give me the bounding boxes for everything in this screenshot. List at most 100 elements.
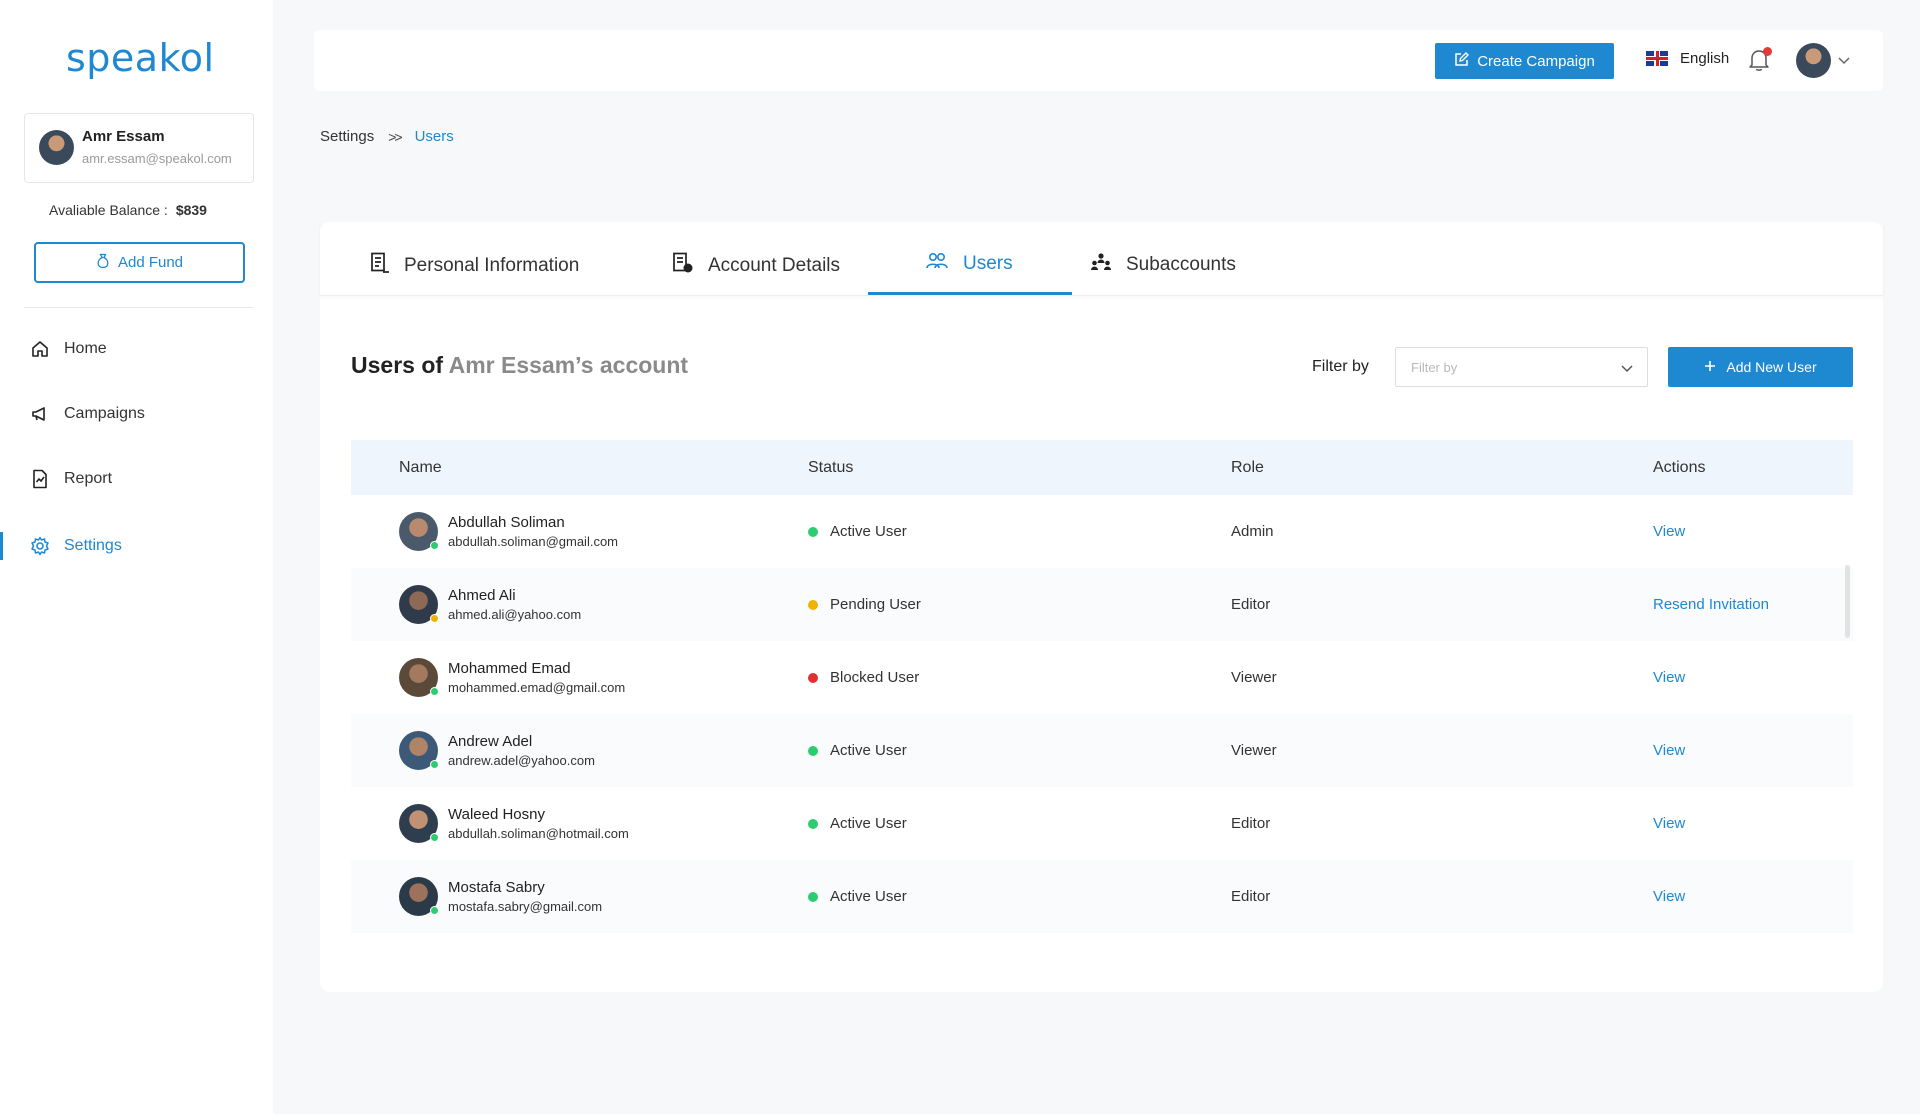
user-cell: Andrew Adel andrew.adel@yahoo.com — [399, 731, 595, 770]
presence-dot — [430, 541, 439, 550]
divider — [24, 307, 254, 308]
status-text: Active User — [830, 523, 907, 540]
status-cell: Active User — [808, 742, 907, 759]
profile-card[interactable]: Amr Essam amr.essam@speakol.com — [24, 113, 254, 183]
edit-icon — [1454, 51, 1470, 71]
action-cell: View — [1653, 669, 1685, 686]
role-text: Viewer — [1231, 742, 1277, 759]
sidebar-item-label: Settings — [64, 537, 122, 554]
action-cell: View — [1653, 815, 1685, 832]
home-icon — [30, 339, 50, 359]
add-fund-button[interactable]: Add Fund — [34, 242, 245, 283]
header-status: Status — [808, 458, 854, 476]
user-email: mostafa.sabry@gmail.com — [448, 898, 603, 914]
user-email: mohammed.emad@gmail.com — [448, 679, 626, 695]
avatar — [399, 877, 439, 916]
status-text: Active User — [830, 888, 907, 905]
sidebar-item-campaigns[interactable]: Campaigns — [0, 394, 273, 434]
action-cell: View — [1653, 523, 1685, 540]
status-cell: Active User — [808, 523, 907, 540]
user-name: Andrew Adel — [448, 732, 533, 750]
header-name: Name — [399, 458, 442, 476]
role-text: Admin — [1231, 523, 1274, 540]
status-dot — [808, 891, 818, 902]
sidebar-item-settings[interactable]: Settings — [0, 526, 273, 566]
add-fund-label: Add Fund — [117, 254, 184, 271]
users-card: Personal Information Account Details Use… — [320, 222, 1883, 992]
chevron-down-icon — [1621, 361, 1633, 376]
tab-label: Users — [963, 253, 1013, 274]
report-icon — [30, 469, 50, 489]
language-selector[interactable]: English — [1646, 50, 1729, 67]
user-email: abdullah.soliman@gmail.com — [448, 533, 618, 549]
user-info: Abdullah Soliman abdullah.soliman@gmail.… — [448, 513, 618, 551]
table-row: Abdullah Soliman abdullah.soliman@gmail.… — [351, 495, 1853, 568]
chevron-down-icon[interactable] — [1838, 52, 1850, 70]
status-dot — [808, 526, 818, 537]
table-row: Mostafa Sabry mostafa.sabry@gmail.com Ac… — [351, 860, 1853, 933]
add-new-user-button[interactable]: Add New User — [1668, 347, 1853, 387]
status-cell: Active User — [808, 815, 907, 832]
resend-invitation-link[interactable]: Resend Invitation — [1653, 596, 1769, 613]
sidebar-item-label: Report — [64, 470, 113, 487]
add-new-user-label: Add New User — [1726, 359, 1817, 375]
tab-subaccounts[interactable]: Subaccounts — [1090, 252, 1236, 278]
create-campaign-button[interactable]: Create Campaign — [1435, 43, 1614, 79]
status-dot — [808, 745, 818, 756]
action-cell: View — [1653, 888, 1685, 905]
uk-flag-icon — [1646, 51, 1668, 66]
user-name: Mohammed Emad — [448, 659, 571, 677]
status-dot — [808, 599, 818, 610]
profile-name: Amr Essam — [82, 128, 165, 145]
tab-users[interactable]: Users — [925, 252, 1013, 276]
status-cell: Active User — [808, 888, 907, 905]
breadcrumb-settings[interactable]: Settings — [320, 128, 374, 145]
breadcrumb-separator: >> — [388, 128, 402, 145]
presence-dot — [430, 614, 439, 623]
status-text: Blocked User — [830, 669, 920, 686]
user-cell: Waleed Hosny abdullah.soliman@hotmail.co… — [399, 804, 629, 843]
speakol-logo[interactable]: speakol — [66, 36, 215, 80]
title-prefix: Users of — [351, 352, 444, 378]
money-bag-icon — [96, 253, 110, 273]
view-link[interactable]: View — [1653, 669, 1685, 686]
view-link[interactable]: View — [1653, 742, 1685, 759]
settings-tabs: Personal Information Account Details Use… — [320, 222, 1883, 296]
scrollbar-thumb[interactable] — [1845, 565, 1850, 638]
action-cell: View — [1653, 742, 1685, 759]
user-name: Ahmed Ali — [448, 586, 516, 604]
avatar — [399, 658, 439, 697]
tab-account-details[interactable]: Account Details — [672, 252, 840, 280]
title-account: Amr Essam’s account — [448, 352, 689, 378]
view-link[interactable]: View — [1653, 523, 1685, 540]
header-role: Role — [1231, 458, 1264, 476]
status-text: Active User — [830, 815, 907, 832]
breadcrumb-current: Users — [414, 128, 454, 145]
avatar — [399, 731, 439, 770]
action-cell: Resend Invitation — [1653, 596, 1769, 613]
view-link[interactable]: View — [1653, 888, 1685, 905]
tab-personal-information[interactable]: Personal Information — [370, 252, 579, 280]
subaccounts-icon — [1090, 252, 1112, 278]
avatar[interactable] — [1796, 43, 1831, 78]
user-name: Waleed Hosny — [448, 805, 545, 823]
account-details-icon — [672, 252, 694, 280]
active-tab-indicator — [868, 292, 1072, 295]
sidebar-item-report[interactable]: Report — [0, 459, 273, 499]
user-info: Ahmed Ali ahmed.ali@yahoo.com — [448, 586, 581, 624]
status-cell: Pending User — [808, 596, 921, 613]
status-text: Pending User — [830, 596, 921, 613]
filter-select[interactable]: Filter by — [1395, 347, 1648, 387]
status-dot — [808, 672, 818, 683]
tab-label: Account Details — [708, 255, 841, 276]
user-name: Abdullah Soliman — [448, 513, 565, 531]
balance-amount: $839 — [175, 202, 207, 218]
user-cell: Mohammed Emad mohammed.emad@gmail.com — [399, 658, 625, 697]
table-header: Name Status Role Actions — [351, 440, 1853, 495]
users-table: Name Status Role Actions Abdullah Solima… — [351, 440, 1853, 933]
sidebar-item-home[interactable]: Home — [0, 329, 273, 369]
view-link[interactable]: View — [1653, 815, 1685, 832]
plus-icon — [1704, 359, 1716, 375]
avatar — [399, 585, 439, 624]
presence-dot — [430, 906, 439, 915]
